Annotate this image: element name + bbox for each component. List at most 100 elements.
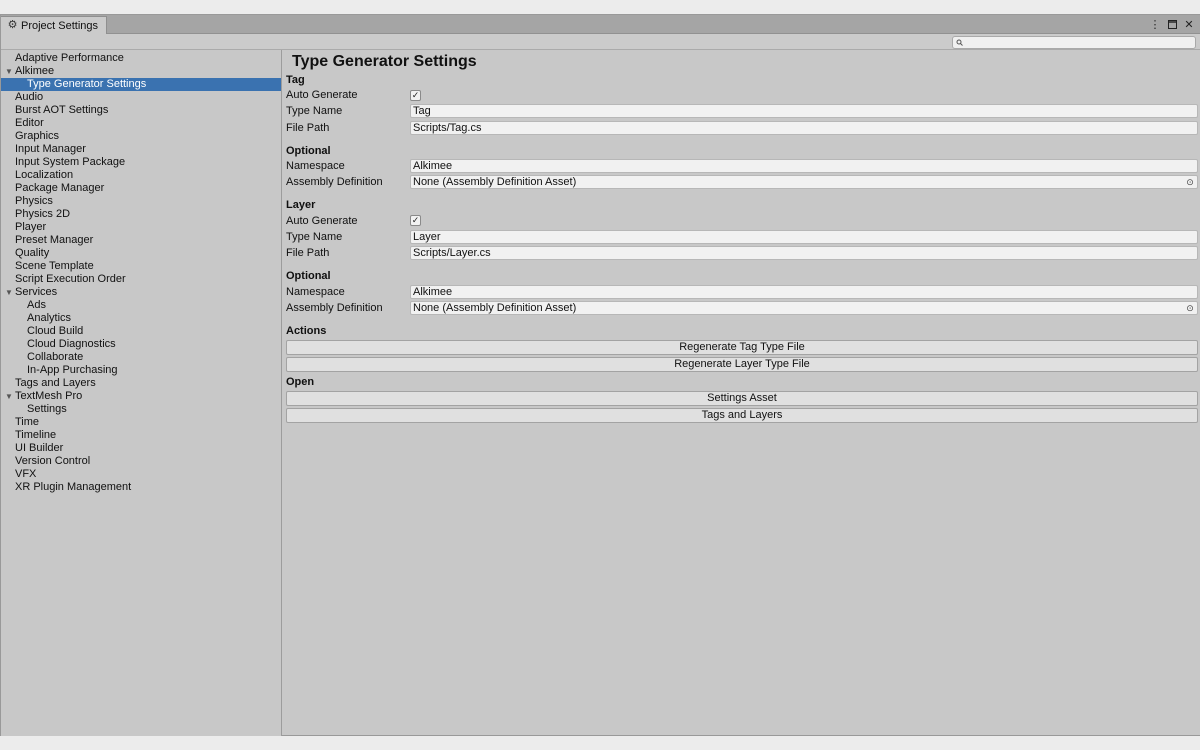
sidebar-item-tags-and-layers[interactable]: Tags and Layers — [1, 377, 281, 390]
expand-arrow-icon[interactable]: ▼ — [5, 286, 13, 299]
tag-type-name-field[interactable]: Tag — [410, 104, 1198, 119]
sidebar-item-label: VFX — [15, 468, 37, 480]
tag-namespace-field[interactable]: Alkimee — [410, 159, 1198, 174]
sidebar-item-physics-2d[interactable]: Physics 2D — [1, 208, 281, 221]
regenerate-layer-button[interactable]: Regenerate Layer Type File — [286, 356, 1198, 372]
sidebar-item-label: In-App Purchasing — [27, 364, 118, 376]
object-picker-icon[interactable]: ⊙ — [1185, 303, 1195, 313]
sidebar-item-label: Services — [15, 286, 58, 298]
sidebar-item-ads[interactable]: Ads — [1, 299, 281, 312]
search-box[interactable] — [952, 36, 1196, 49]
sidebar-item-timeline[interactable]: Timeline — [1, 429, 281, 442]
sidebar-item-version-control[interactable]: Version Control — [1, 455, 281, 468]
layer-namespace-field[interactable]: Alkimee — [410, 284, 1198, 299]
maximize-icon[interactable] — [1167, 19, 1177, 31]
tags-and-layers-button[interactable]: Tags and Layers — [286, 407, 1198, 423]
sidebar-item-preset-manager[interactable]: Preset Manager — [1, 234, 281, 247]
sidebar-item-input-system-package[interactable]: Input System Package — [1, 156, 281, 169]
sidebar-item-label: Preset Manager — [15, 234, 94, 246]
sidebar-item-label: Tags and Layers — [15, 377, 96, 389]
sidebar-item-label: Cloud Build — [27, 325, 84, 337]
project-settings-window: ⚙ Project Settings ⋮ ✕ Adaptive Performa… — [0, 14, 1200, 736]
settings-sidebar: Adaptive Performance ▼ Alkimee Type Generat… — [1, 50, 282, 736]
sidebar-item-label: Physics — [15, 195, 53, 207]
layer-auto-generate-checkbox[interactable]: ✓ — [410, 215, 421, 227]
layer-assembly-field[interactable]: None (Assembly Definition Asset) ⊙ — [410, 300, 1198, 315]
section-open-title: Open — [286, 375, 315, 388]
sidebar-item-time[interactable]: Time — [1, 416, 281, 429]
layer-assembly-row: Assembly Definition None (Assembly Defin… — [286, 300, 1198, 316]
tag-assembly-label: Assembly Definition — [286, 176, 383, 189]
sidebar-item-services[interactable]: ▼ Services — [1, 286, 281, 299]
sidebar-item-script-execution-order[interactable]: Script Execution Order — [1, 273, 281, 286]
settings-asset-button[interactable]: Settings Asset — [286, 390, 1198, 406]
layer-auto-generate-label: Auto Generate — [286, 214, 358, 227]
sidebar-item-cloud-diagnostics[interactable]: Cloud Diagnostics — [1, 338, 281, 351]
tag-auto-generate-label: Auto Generate — [286, 89, 358, 102]
search-icon — [956, 37, 963, 49]
sidebar-item-localization[interactable]: Localization — [1, 169, 281, 182]
sidebar-item-scene-template[interactable]: Scene Template — [1, 260, 281, 273]
sidebar-item-alkimee[interactable]: ▼ Alkimee — [1, 65, 281, 78]
tab-project-settings[interactable]: ⚙ Project Settings — [1, 16, 107, 34]
sidebar-item-settings[interactable]: Settings — [1, 403, 281, 416]
close-icon[interactable]: ✕ — [1184, 19, 1194, 31]
layer-assembly-label: Assembly Definition — [286, 301, 383, 314]
sidebar-item-audio[interactable]: Audio — [1, 91, 281, 104]
layer-assembly-value: None (Assembly Definition Asset) — [413, 301, 577, 314]
sidebar-item-label: Input Manager — [15, 143, 86, 155]
expand-arrow-icon[interactable]: ▼ — [5, 390, 13, 403]
tab-bar: ⚙ Project Settings ⋮ ✕ — [1, 15, 1200, 34]
sidebar-item-label: Type Generator Settings — [27, 78, 147, 90]
sidebar-item-quality[interactable]: Quality — [1, 247, 281, 260]
sidebar-item-xr-plugin-management[interactable]: XR Plugin Management — [1, 481, 281, 494]
search-input[interactable] — [965, 37, 1185, 48]
sidebar-item-label: Adaptive Performance — [15, 52, 124, 64]
sidebar-item-adaptive-performance[interactable]: Adaptive Performance — [1, 52, 281, 65]
toolbar — [1, 34, 1200, 50]
tag-file-path-row: File Path Scripts/Tag.cs — [286, 120, 1198, 136]
sidebar-item-label: Scene Template — [15, 260, 94, 272]
sidebar-item-editor[interactable]: Editor — [1, 117, 281, 130]
layer-type-name-label: Type Name — [286, 230, 343, 243]
sidebar-item-graphics[interactable]: Graphics — [1, 130, 281, 143]
tag-optional-title: Optional — [286, 144, 331, 157]
sidebar-item-cloud-build[interactable]: Cloud Build — [1, 325, 281, 338]
sidebar-item-physics[interactable]: Physics — [1, 195, 281, 208]
tag-type-name-row: Type Name Tag — [286, 103, 1198, 119]
sidebar-item-collaborate[interactable]: Collaborate — [1, 351, 281, 364]
expand-arrow-icon[interactable]: ▼ — [5, 65, 13, 78]
sidebar-item-label: Burst AOT Settings — [15, 104, 109, 116]
layer-type-name-field[interactable]: Layer — [410, 229, 1198, 244]
tag-assembly-row: Assembly Definition None (Assembly Defin… — [286, 174, 1198, 190]
sidebar-item-package-manager[interactable]: Package Manager — [1, 182, 281, 195]
tag-namespace-label: Namespace — [286, 160, 345, 173]
sidebar-item-player[interactable]: Player — [1, 221, 281, 234]
settings-content: Type Generator Settings Tag Auto Generat… — [283, 50, 1200, 736]
layer-file-path-field[interactable]: Scripts/Layer.cs — [410, 246, 1198, 261]
tag-file-path-label: File Path — [286, 121, 330, 134]
sidebar-item-ui-builder[interactable]: UI Builder — [1, 442, 281, 455]
sidebar-item-label: Timeline — [15, 429, 57, 441]
sidebar-item-analytics[interactable]: Analytics — [1, 312, 281, 325]
tag-file-path-field[interactable]: Scripts/Tag.cs — [410, 120, 1198, 135]
sidebar-item-label: Alkimee — [15, 65, 55, 77]
sidebar-item-label: Time — [15, 416, 40, 428]
sidebar-item-vfx[interactable]: VFX — [1, 468, 281, 481]
sidebar-item-in-app-purchasing[interactable]: In-App Purchasing — [1, 364, 281, 377]
sidebar-item-label: Graphics — [15, 130, 60, 142]
sidebar-item-label: Analytics — [27, 312, 72, 324]
sidebar-item-type-generator-settings[interactable]: Type Generator Settings — [1, 78, 281, 91]
tag-auto-generate-checkbox[interactable]: ✓ — [410, 89, 421, 101]
layer-namespace-label: Namespace — [286, 285, 345, 298]
layer-file-path-label: File Path — [286, 247, 330, 260]
sidebar-item-textmesh-pro[interactable]: ▼ TextMesh Pro — [1, 390, 281, 403]
tag-assembly-field[interactable]: None (Assembly Definition Asset) ⊙ — [410, 175, 1198, 190]
regenerate-tag-button[interactable]: Regenerate Tag Type File — [286, 339, 1198, 355]
sidebar-item-label: TextMesh Pro — [15, 390, 83, 402]
sidebar-item-label: Localization — [15, 169, 74, 181]
sidebar-item-input-manager[interactable]: Input Manager — [1, 143, 281, 156]
sidebar-item-burst-aot-settings[interactable]: Burst AOT Settings — [1, 104, 281, 117]
more-menu-icon[interactable]: ⋮ — [1150, 19, 1161, 31]
object-picker-icon[interactable]: ⊙ — [1185, 177, 1195, 187]
